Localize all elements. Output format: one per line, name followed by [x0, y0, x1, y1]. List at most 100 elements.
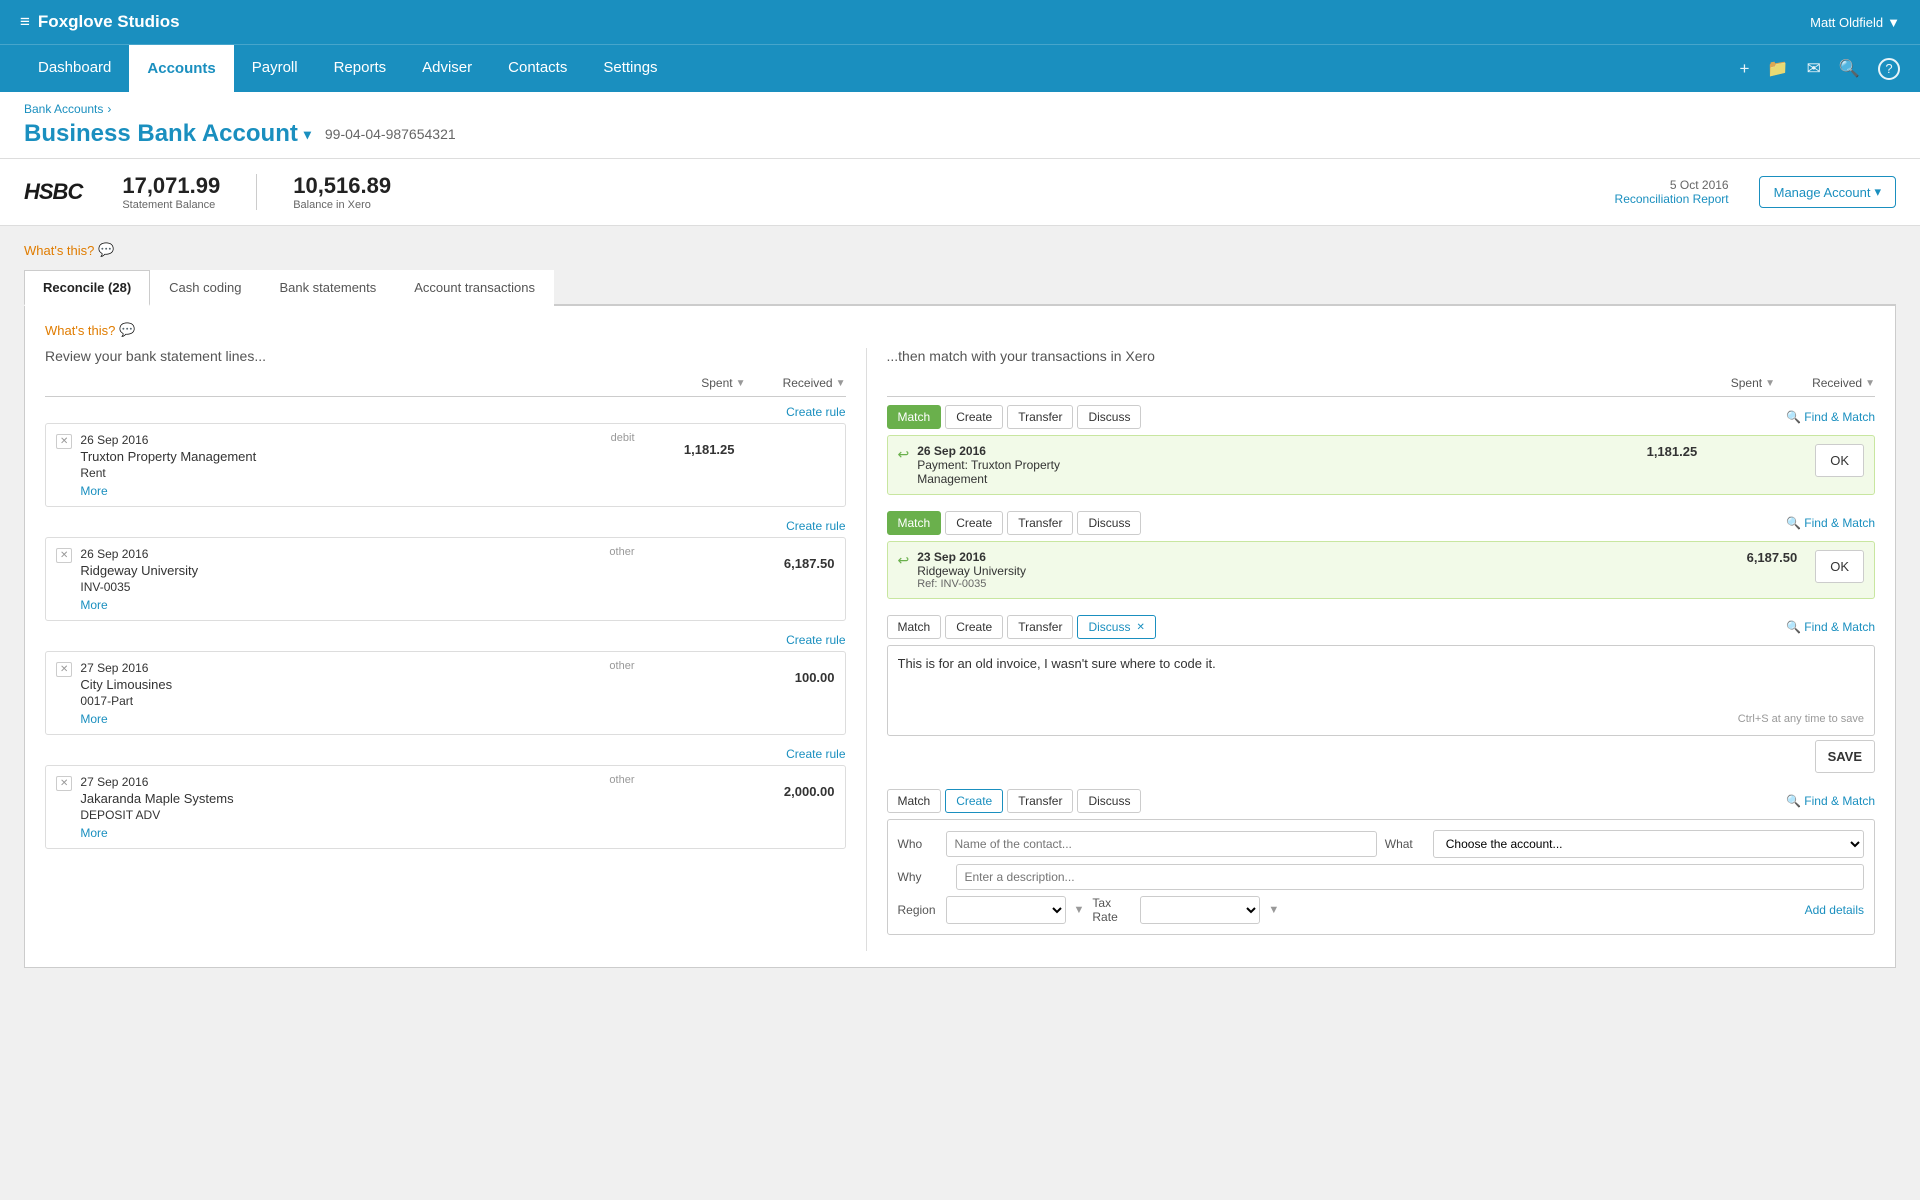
- stmt-amounts-2: 6,187.50: [635, 546, 835, 571]
- nav-reports[interactable]: Reports: [316, 45, 405, 92]
- region-select[interactable]: [946, 896, 1066, 924]
- match-tab-2-create[interactable]: Create: [945, 511, 1003, 535]
- breadcrumb-text[interactable]: Bank Accounts: [24, 102, 103, 116]
- search-icon[interactable]: 🔍: [1839, 59, 1860, 79]
- statement-balance-label: Statement Balance: [122, 199, 220, 211]
- match-tab-3-match[interactable]: Match: [887, 615, 942, 639]
- save-button[interactable]: SAVE: [1815, 740, 1875, 773]
- what-select[interactable]: Choose the account...: [1433, 830, 1864, 858]
- stmt-info-2: 26 Sep 2016 other Ridgeway University IN…: [80, 546, 634, 612]
- create-rule-3[interactable]: Create rule: [45, 633, 846, 647]
- find-match-4[interactable]: 🔍 Find & Match: [1786, 794, 1875, 808]
- match-received-2: 6,187.50: [1697, 550, 1797, 565]
- statement-line-3: ✕ 27 Sep 2016 other City Limousines 0017…: [45, 651, 846, 735]
- account-summary: HSBC 17,071.99 Statement Balance 10,516.…: [0, 159, 1920, 226]
- left-col-headers: Spent ▼ Received ▼: [45, 376, 846, 397]
- discuss-textarea[interactable]: This is for an old invoice, I wasn't sur…: [898, 656, 1865, 706]
- mail-icon[interactable]: ✉: [1807, 59, 1821, 79]
- match-tab-2-transfer[interactable]: Transfer: [1007, 511, 1073, 535]
- stmt-spent-4: [635, 774, 735, 799]
- nav-adviser[interactable]: Adviser: [404, 45, 490, 92]
- help-icon[interactable]: ?: [1878, 58, 1900, 80]
- nav-contacts[interactable]: Contacts: [490, 45, 585, 92]
- find-match-3-icon: 🔍: [1786, 620, 1801, 634]
- add-details-link[interactable]: Add details: [1805, 903, 1864, 917]
- tab-account-transactions[interactable]: Account transactions: [395, 270, 554, 306]
- whats-this-2[interactable]: What's this? 💬: [45, 322, 1875, 338]
- stmt-more-4[interactable]: More: [80, 826, 634, 840]
- why-label: Why: [898, 870, 948, 884]
- match-tab-4-transfer[interactable]: Transfer: [1007, 789, 1073, 813]
- stmt-name-4: Jakaranda Maple Systems: [80, 791, 634, 806]
- match-tab-4-match[interactable]: Match: [887, 789, 942, 813]
- who-input[interactable]: [946, 831, 1377, 857]
- left-col-received[interactable]: Received ▼: [746, 376, 846, 390]
- tab-bank-statements[interactable]: Bank statements: [260, 270, 395, 306]
- nav-accounts[interactable]: Accounts: [129, 45, 233, 92]
- match-tab-1-discuss[interactable]: Discuss: [1077, 405, 1141, 429]
- stmt-more-1[interactable]: More: [80, 484, 634, 498]
- find-match-3[interactable]: 🔍 Find & Match: [1786, 620, 1875, 634]
- right-col-spent[interactable]: Spent ▼: [1675, 376, 1775, 390]
- tab-cash-coding[interactable]: Cash coding: [150, 270, 260, 306]
- stmt-type-2: other: [609, 546, 634, 558]
- stmt-more-2[interactable]: More: [80, 598, 634, 612]
- match-tab-1-create[interactable]: Create: [945, 405, 1003, 429]
- stmt-close-4[interactable]: ✕: [56, 776, 72, 791]
- right-spent-label: Spent: [1731, 376, 1762, 390]
- nav-dashboard[interactable]: Dashboard: [20, 45, 129, 92]
- find-match-2[interactable]: 🔍 Find & Match: [1786, 516, 1875, 530]
- match-tab-3-discuss[interactable]: Discuss ✕: [1077, 615, 1155, 639]
- match-row-2: ↩ 23 Sep 2016 Ridgeway University Ref: I…: [887, 541, 1876, 599]
- tax-select[interactable]: [1140, 896, 1260, 924]
- create-rule-4[interactable]: Create rule: [45, 747, 846, 761]
- match-block-1: Match Create Transfer Discuss 🔍 Find & M…: [887, 405, 1876, 495]
- folder-icon[interactable]: 📁: [1767, 59, 1788, 79]
- whats-this-1[interactable]: What's this? 💬: [24, 242, 1896, 258]
- tax-label: Tax Rate: [1092, 896, 1132, 924]
- find-match-1[interactable]: 🔍 Find & Match: [1786, 410, 1875, 424]
- left-col-spent[interactable]: Spent ▼: [646, 376, 746, 390]
- match-tab-4-discuss[interactable]: Discuss: [1077, 789, 1141, 813]
- stmt-more-3[interactable]: More: [80, 712, 634, 726]
- match-tab-3-transfer[interactable]: Transfer: [1007, 615, 1073, 639]
- why-input[interactable]: [956, 864, 1865, 890]
- ok-button-2[interactable]: OK: [1815, 550, 1864, 583]
- add-icon[interactable]: +: [1739, 59, 1749, 79]
- create-rule-2[interactable]: Create rule: [45, 519, 846, 533]
- stmt-type-1: debit: [611, 432, 635, 444]
- statement-balance-amount: 17,071.99: [122, 173, 220, 199]
- company-logo: ≡ Foxglove Studios: [20, 12, 1810, 32]
- left-received-label: Received: [783, 376, 833, 390]
- match-tab-2-discuss[interactable]: Discuss: [1077, 511, 1141, 535]
- match-tab-4-create[interactable]: Create: [945, 789, 1003, 813]
- stmt-block-3: Create rule ✕ 27 Sep 2016 other City Lim…: [45, 633, 846, 735]
- stmt-name-2: Ridgeway University: [80, 563, 634, 578]
- nav-settings[interactable]: Settings: [585, 45, 675, 92]
- right-spent-sort: ▼: [1765, 378, 1775, 389]
- title-dropdown-arrow[interactable]: ▾: [304, 126, 311, 143]
- stmt-close-3[interactable]: ✕: [56, 662, 72, 677]
- stmt-close-2[interactable]: ✕: [56, 548, 72, 563]
- stmt-name-1: Truxton Property Management: [80, 449, 634, 464]
- stmt-type-4: other: [609, 774, 634, 786]
- manage-account-button[interactable]: Manage Account ▾: [1759, 176, 1896, 208]
- nav-payroll[interactable]: Payroll: [234, 45, 316, 92]
- match-tab-2-match[interactable]: Match: [887, 511, 942, 535]
- breadcrumb[interactable]: Bank Accounts ›: [24, 102, 1896, 116]
- match-name-2: Ridgeway University: [917, 564, 1589, 578]
- match-tab-1-match[interactable]: Match: [887, 405, 942, 429]
- match-tab-1-transfer[interactable]: Transfer: [1007, 405, 1073, 429]
- ok-button-1[interactable]: OK: [1815, 444, 1864, 477]
- stmt-close-1[interactable]: ✕: [56, 434, 72, 449]
- find-match-3-text: Find & Match: [1804, 620, 1875, 634]
- find-match-4-icon: 🔍: [1786, 794, 1801, 808]
- user-menu[interactable]: Matt Oldfield ▼: [1810, 15, 1900, 30]
- match-tab-3-discuss-close[interactable]: ✕: [1136, 622, 1144, 633]
- create-rule-1[interactable]: Create rule: [45, 405, 846, 419]
- recon-report-link[interactable]: Reconciliation Report: [1615, 192, 1729, 206]
- right-col-received[interactable]: Received ▼: [1775, 376, 1875, 390]
- match-tab-3-create[interactable]: Create: [945, 615, 1003, 639]
- match-block-2: Match Create Transfer Discuss 🔍 Find & M…: [887, 511, 1876, 599]
- tab-reconcile[interactable]: Reconcile (28): [24, 270, 150, 306]
